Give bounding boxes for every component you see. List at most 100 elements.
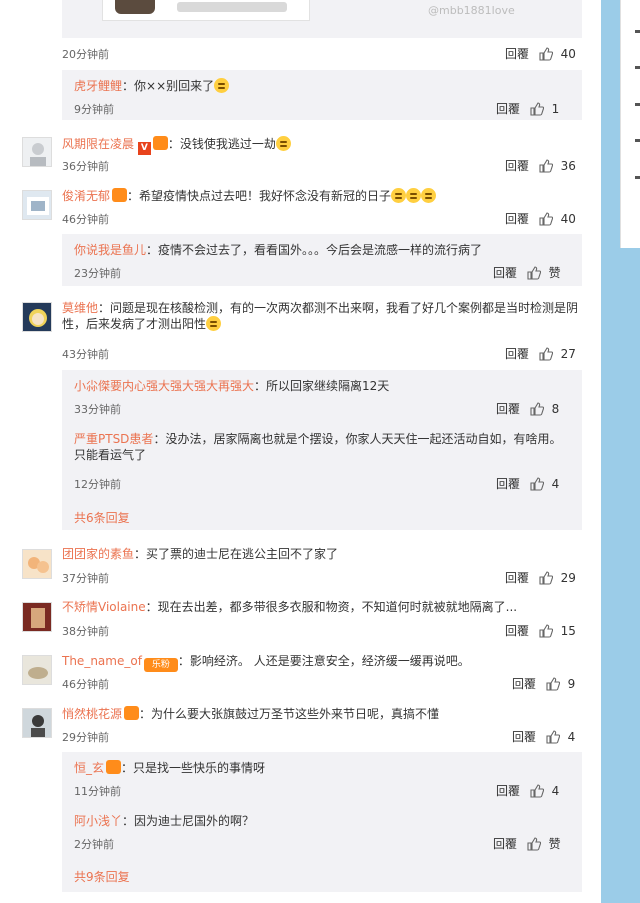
- reply-button[interactable]: 回覆: [493, 266, 517, 280]
- reply-text: ：你××别回来了: [122, 79, 215, 93]
- like-count: 36: [560, 159, 576, 173]
- reply-text: ：因为迪士尼国外的啊？: [122, 814, 255, 828]
- avatar[interactable]: [22, 302, 52, 332]
- member-badge-icon: [124, 706, 140, 720]
- member-badge-icon: [112, 188, 128, 202]
- comment-line: 不矫情Violaine：现在去出差，都多带很多衣服和物资，不知道何时就被就地隔离…: [62, 599, 517, 615]
- thumbs-up-icon[interactable]: [539, 47, 553, 64]
- thumbs-up-icon[interactable]: [546, 730, 560, 747]
- thumbs-up-icon[interactable]: [527, 837, 541, 854]
- comment-text: ：希望疫情快点过去吧！我好怀念没有新冠的日子: [127, 189, 392, 203]
- comment-user-name[interactable]: 团团家的素鱼: [62, 547, 134, 561]
- reply-time: 33分钟前: [74, 403, 121, 416]
- thumbs-up-icon[interactable]: [546, 677, 560, 694]
- thumbs-up-icon[interactable]: [530, 102, 544, 119]
- like-count: 40: [560, 47, 576, 61]
- member-badge-icon: [152, 136, 168, 150]
- emoji-icon: [275, 136, 291, 151]
- comment-line: 俊淆无郁 ：希望疫情快点过去吧！我好怀念没有新冠的日子: [62, 188, 437, 204]
- reply-user-name[interactable]: 阿小浅丫: [74, 814, 122, 828]
- reply-button[interactable]: 回覆: [505, 347, 529, 361]
- thumbs-up-icon[interactable]: [539, 624, 553, 641]
- embedded-image[interactable]: [102, 0, 310, 21]
- reply-actions: 回覆 8: [496, 400, 559, 419]
- comment-actions: 回覆 40: [505, 45, 576, 64]
- comment-user-name[interactable]: 不矫情Violaine: [62, 600, 146, 614]
- reply-button[interactable]: 回覆: [496, 784, 520, 798]
- avatar[interactable]: [22, 549, 52, 579]
- more-replies-link[interactable]: 共6条回复: [74, 509, 130, 526]
- reply-button[interactable]: 回覆: [505, 571, 529, 585]
- emoji-icon: [406, 188, 422, 203]
- reply-button[interactable]: 回覆: [512, 677, 536, 691]
- reply-button[interactable]: 回覆: [496, 402, 520, 416]
- like-count: 15: [560, 624, 576, 638]
- comment-user-name[interactable]: 悄然桃花源: [62, 707, 122, 721]
- thumbs-up-icon[interactable]: [530, 784, 544, 801]
- reply-user-name[interactable]: 你说我是鱼儿: [74, 243, 146, 257]
- comment-time: 29分钟前: [62, 731, 109, 744]
- reply-user-name[interactable]: 严重PTSD患者: [74, 432, 153, 446]
- reply-time: 23分钟前: [74, 267, 121, 280]
- comment-actions: 回覆 27: [505, 345, 576, 364]
- reply-button[interactable]: 回覆: [505, 159, 529, 173]
- reply-actions: 回覆 1: [496, 100, 559, 119]
- avatar[interactable]: [22, 137, 52, 167]
- avatar[interactable]: [22, 655, 52, 685]
- reply-line: 阿小浅丫：因为迪士尼国外的啊？: [74, 813, 254, 829]
- comment-actions: 回覆 9: [512, 675, 575, 694]
- comment-actions: 回覆 15: [505, 622, 576, 641]
- reply-button[interactable]: 回覆: [505, 624, 529, 638]
- emoji-icon: [391, 188, 407, 203]
- emoji-icon: [214, 78, 230, 93]
- comment-user-name[interactable]: 风期限在凌晨: [62, 137, 134, 151]
- comment-time: 46分钟前: [62, 213, 109, 226]
- member-badge-icon: [106, 760, 122, 774]
- thumbs-up-icon[interactable]: [530, 477, 544, 494]
- reply-button[interactable]: 回覆: [496, 102, 520, 116]
- reply-button[interactable]: 回覆: [505, 212, 529, 226]
- like-count: 9: [567, 677, 576, 691]
- like-count: 4: [551, 477, 560, 491]
- sidebar-mark: [635, 103, 640, 106]
- thumbs-up-icon[interactable]: [539, 571, 553, 588]
- comment-actions: 回覆 29: [505, 569, 576, 588]
- comment-user-name[interactable]: 莫维他: [62, 301, 98, 315]
- comment-time: 36分钟前: [62, 160, 109, 173]
- comment-line: 团团家的素鱼：买了票的迪士尼在逃公主回不了家了: [62, 546, 338, 562]
- avatar[interactable]: [22, 190, 52, 220]
- reply-user-name[interactable]: 恒_玄: [74, 761, 104, 775]
- watermark: @mbb1881love: [428, 4, 515, 17]
- avatar[interactable]: [22, 708, 52, 738]
- comment-line: The_name_of 乐粉 ：影响经济。 人还是要注意安全，经济缓一缓再说吧。: [62, 653, 470, 672]
- comment-text: ：影响经济。 人还是要注意安全，经济缓一缓再说吧。: [177, 654, 470, 668]
- thumbs-up-icon[interactable]: [539, 212, 553, 229]
- thumbs-up-icon[interactable]: [539, 159, 553, 176]
- comment-actions: 回覆 36: [505, 157, 576, 176]
- reply-user-name[interactable]: 虎牙鲤鲤: [74, 79, 122, 93]
- reply-user-name[interactable]: 小尛傑要内心强大强大强大再强大: [74, 379, 254, 393]
- reply-button[interactable]: 回覆: [505, 47, 529, 61]
- reply-block: 恒_玄 ：只是找一些快乐的事情呀 11分钟前 回覆 4 阿小浅丫：因为迪士尼国外的…: [62, 752, 582, 892]
- thumbs-up-icon[interactable]: [527, 266, 541, 283]
- thumbs-up-icon[interactable]: [539, 347, 553, 364]
- sidebar-mark: [635, 30, 640, 33]
- reply-text: ：所以回家继续隔离12天: [254, 379, 390, 393]
- reply-button[interactable]: 回覆: [512, 730, 536, 744]
- avatar[interactable]: [22, 602, 52, 632]
- more-replies-link[interactable]: 共9条回复: [74, 868, 130, 885]
- reply-line: 严重PTSD患者：没办法，居家隔离也就是个摆设，你家人天天住一起还活动自如，有啥…: [74, 431, 570, 463]
- reply-time: 12分钟前: [74, 478, 121, 491]
- reply-button[interactable]: 回覆: [496, 477, 520, 491]
- reply-actions: 回覆 赞: [493, 835, 561, 854]
- comment-actions: 回覆 4: [512, 728, 575, 747]
- emoji-icon: [421, 188, 437, 203]
- reply-button[interactable]: 回覆: [493, 837, 517, 851]
- thumbs-up-icon[interactable]: [530, 402, 544, 419]
- comment-text: ：为什么要大张旗鼓过万圣节这些外来节日呢，真搞不懂: [139, 707, 440, 721]
- comment-user-name[interactable]: The_name_of: [62, 654, 142, 668]
- reply-line: 小尛傑要内心强大强大强大再强大：所以回家继续隔离12天: [74, 378, 389, 394]
- image-thumbnail: [115, 0, 155, 14]
- comment-user-name[interactable]: 俊淆无郁: [62, 189, 110, 203]
- comment-line: 莫维他：问题是现在核酸检测，有的一次两次都测不出来啊，我看了好几个案例都是当时检…: [62, 300, 582, 332]
